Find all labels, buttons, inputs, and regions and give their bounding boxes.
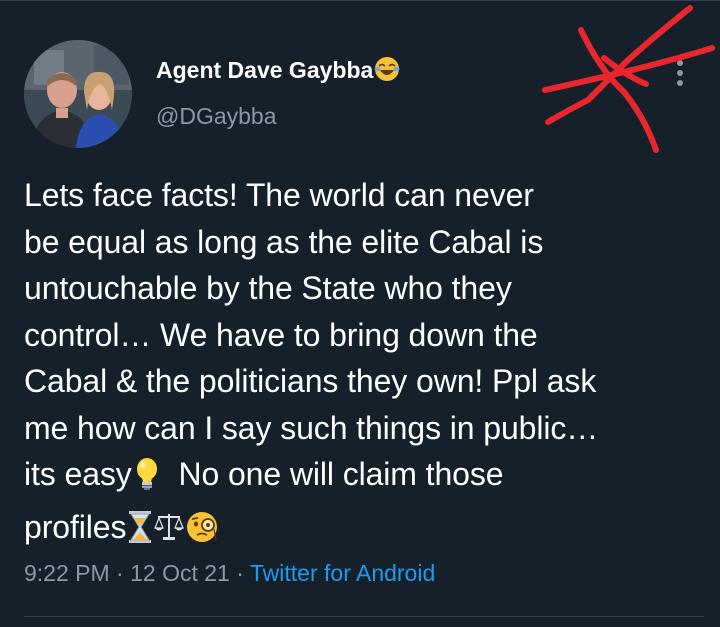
tweet-text-line-9: profiles: [24, 504, 704, 557]
tweet-text-line: me how can I say such things in public…: [24, 409, 599, 446]
meta-separator: ·: [116, 560, 124, 586]
more-vertical-icon: [677, 60, 683, 86]
tweet-meta: 9:22 PM · 12 Oct 21 · Twitter for Androi…: [24, 560, 435, 587]
user-handle[interactable]: @DGaybba: [156, 103, 277, 130]
display-name[interactable]: Agent Dave Gaybba: [156, 56, 400, 88]
tweet-text-line: be equal as long as the elite Cabal is: [24, 223, 544, 260]
light-bulb-icon: [134, 457, 160, 504]
tweet-text-line: control… We have to bring down the: [24, 316, 538, 353]
meta-separator: ·: [236, 560, 244, 586]
tweet-source-link[interactable]: Twitter for Android: [250, 560, 435, 586]
face-with-monocle-icon: [185, 510, 219, 557]
tweet-text-line: Lets face facts! The world can never: [24, 177, 534, 213]
display-name-text: Agent Dave Gaybba: [156, 57, 374, 83]
face-with-tears-of-joy-icon: [374, 56, 400, 88]
top-divider: [0, 0, 720, 1]
tweet-text-fragment: its easy: [24, 456, 132, 492]
hourglass-icon: [127, 510, 153, 557]
bottom-divider: [24, 616, 704, 617]
tweet-time[interactable]: 9:22 PM: [24, 560, 110, 586]
tweet-card: Agent Dave Gaybba @DGaybba Lets face fac…: [0, 0, 720, 627]
balance-scale-icon: [154, 510, 185, 557]
tweet-text: Lets face facts! The world can never be …: [24, 172, 704, 556]
avatar[interactable]: [24, 40, 132, 148]
tweet-text-fragment: No one will claim those: [178, 456, 504, 492]
tweet-date[interactable]: 12 Oct 21: [130, 560, 230, 586]
tweet-text-line: untouchable by the State who they: [24, 270, 512, 306]
tweet-text-line: Cabal & the politicians they own! Ppl as…: [24, 363, 597, 399]
tweet-text-line-7: its easy No one will claim those: [24, 451, 704, 504]
tweet-text-fragment: profiles: [24, 508, 127, 545]
more-options-button[interactable]: [664, 55, 694, 95]
